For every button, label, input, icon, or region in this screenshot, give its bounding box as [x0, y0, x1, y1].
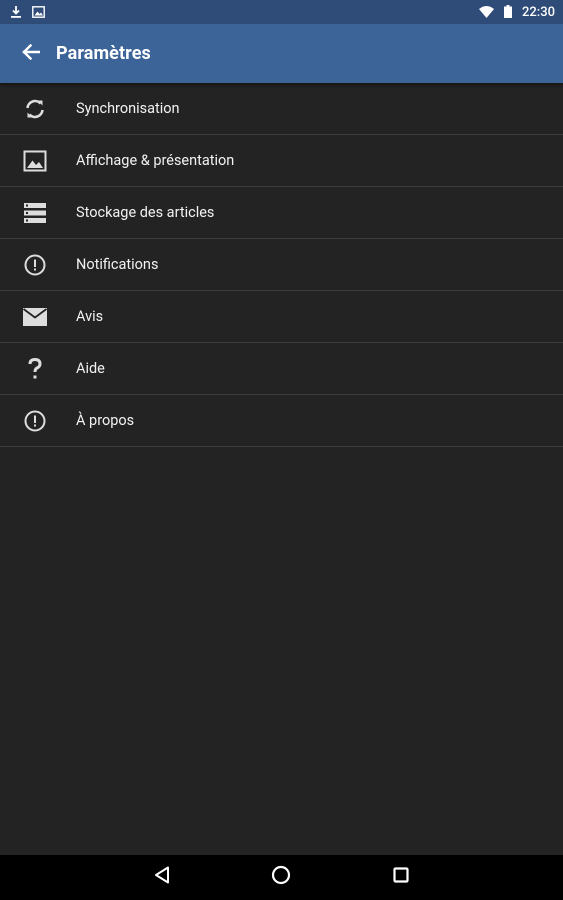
settings-item-label: Affichage & présentation	[76, 152, 235, 169]
arrow-back-icon	[22, 43, 41, 64]
status-right: 22:30	[479, 3, 555, 22]
settings-item-a-propos[interactable]: À propos	[0, 395, 563, 447]
settings-item-aide[interactable]: Aide	[0, 343, 563, 395]
back-button[interactable]	[14, 37, 48, 71]
status-time: 22:30	[522, 4, 555, 20]
wifi-icon	[479, 3, 495, 22]
navigation-bar	[0, 855, 563, 900]
nav-recent-icon	[393, 867, 409, 887]
settings-item-label: Avis	[76, 308, 104, 325]
image-icon	[32, 3, 45, 22]
settings-item-notifications[interactable]: Notifications	[0, 239, 563, 291]
app-bar: Paramètres	[0, 24, 563, 83]
nav-home-button[interactable]	[263, 859, 299, 895]
page-title: Paramètres	[56, 43, 151, 64]
sync-icon	[23, 97, 47, 121]
settings-item-label: Stockage des articles	[76, 204, 215, 221]
settings-item-label: À propos	[76, 412, 135, 429]
storage-icon	[23, 201, 47, 225]
settings-item-label: Synchronisation	[76, 100, 180, 117]
settings-item-synchronisation[interactable]: Synchronisation	[0, 83, 563, 135]
image-icon	[23, 149, 47, 173]
status-bar: 22:30	[0, 0, 563, 24]
settings-item-label: Aide	[76, 360, 105, 377]
settings-item-affichage[interactable]: Affichage & présentation	[0, 135, 563, 187]
settings-item-stockage[interactable]: Stockage des articles	[0, 187, 563, 239]
mail-icon	[23, 305, 47, 329]
nav-home-icon	[271, 865, 291, 889]
battery-icon	[504, 3, 513, 22]
question-icon	[23, 357, 47, 381]
nav-back-icon	[154, 866, 170, 888]
info-circle-icon	[23, 409, 47, 433]
nav-back-button[interactable]	[144, 859, 180, 895]
settings-item-label: Notifications	[76, 256, 159, 273]
settings-list: Synchronisation Affichage & présentation…	[0, 83, 563, 447]
info-circle-icon	[23, 253, 47, 277]
download-icon	[10, 3, 22, 22]
settings-item-avis[interactable]: Avis	[0, 291, 563, 343]
status-left	[10, 3, 45, 22]
nav-recent-button[interactable]	[383, 859, 419, 895]
